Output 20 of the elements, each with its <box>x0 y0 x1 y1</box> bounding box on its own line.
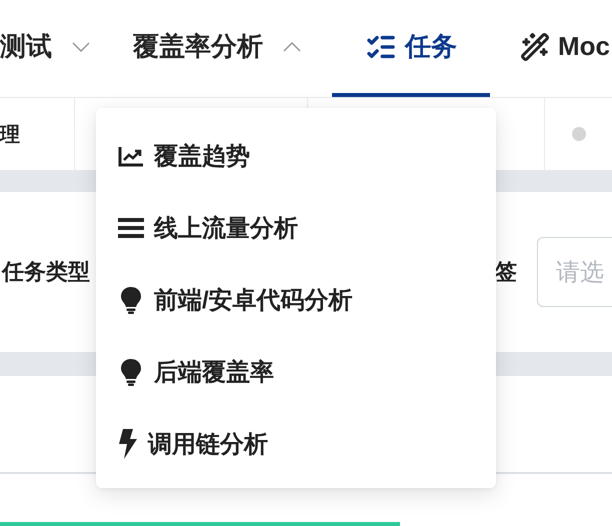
nav-tab[interactable]: Moc <box>490 0 612 97</box>
nav-tab[interactable]: 测试 <box>0 0 108 97</box>
menu-item[interactable]: 前端/安卓代码分析 <box>96 264 496 336</box>
chevron-up-icon <box>283 42 301 52</box>
chevron-down-icon <box>72 42 90 52</box>
nav-tab[interactable]: 覆盖率分析 <box>108 0 332 97</box>
nav-tab[interactable]: 任务 <box>332 0 490 97</box>
trend-chart-icon <box>118 145 144 167</box>
menu-item[interactable]: 调用链分析 <box>96 408 496 480</box>
lightbulb-icon <box>118 358 144 386</box>
menu-item[interactable]: 后端覆盖率 <box>96 336 496 408</box>
menu-item[interactable]: 线上流量分析 <box>96 192 496 264</box>
tag-label: 签 <box>495 258 517 286</box>
menu-lines-icon <box>118 217 144 239</box>
task-type-label: 任务类型 <box>2 258 90 286</box>
magic-wand-icon <box>520 32 550 62</box>
lightning-bolt-icon <box>118 429 138 459</box>
menu-item[interactable]: 覆盖趋势 <box>96 120 496 192</box>
lightbulb-icon <box>118 286 144 314</box>
status-dot <box>572 127 586 141</box>
